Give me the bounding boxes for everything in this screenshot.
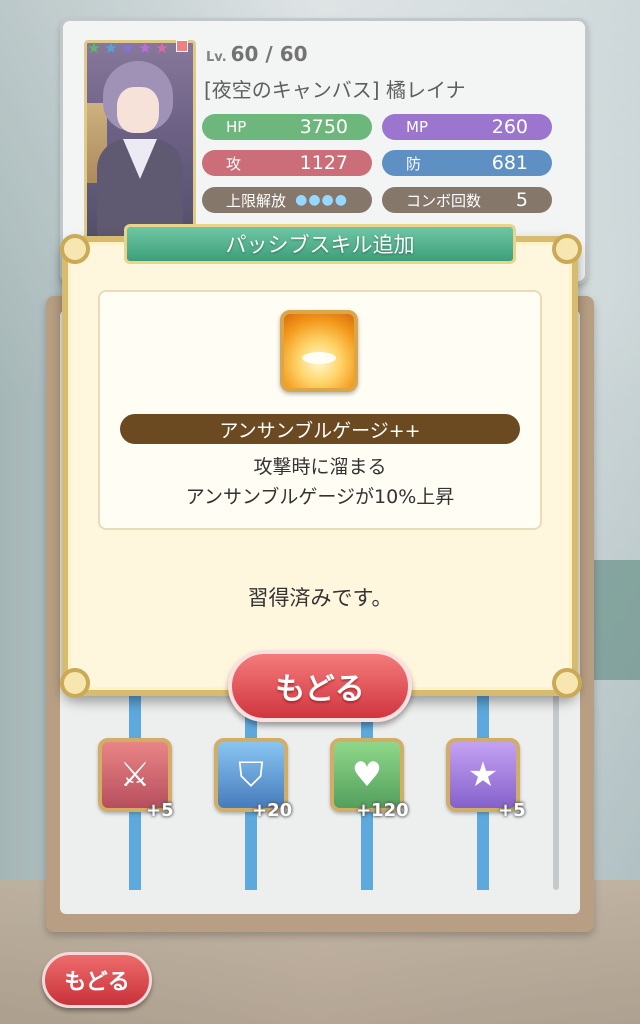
- dialog-title: パッシブスキル追加: [124, 224, 516, 264]
- skill-spotlight-icon: [280, 310, 358, 392]
- dialog-back-button[interactable]: もどる: [228, 650, 412, 722]
- skill-description-line1: 攻撃時に溜まる: [253, 456, 387, 478]
- frame-corner-ornament: [60, 668, 90, 698]
- skill-description-line2: アンサンブルゲージが10%上昇: [185, 486, 455, 508]
- spotlight-glow: [302, 352, 336, 364]
- frame-corner-ornament: [552, 234, 582, 264]
- frame-corner-ornament: [552, 668, 582, 698]
- frame-corner-ornament: [60, 234, 90, 264]
- back-button[interactable]: もどる: [42, 952, 152, 1008]
- skill-name: アンサンブルゲージ++: [120, 414, 520, 444]
- learned-status: 習得済みです。: [247, 586, 393, 610]
